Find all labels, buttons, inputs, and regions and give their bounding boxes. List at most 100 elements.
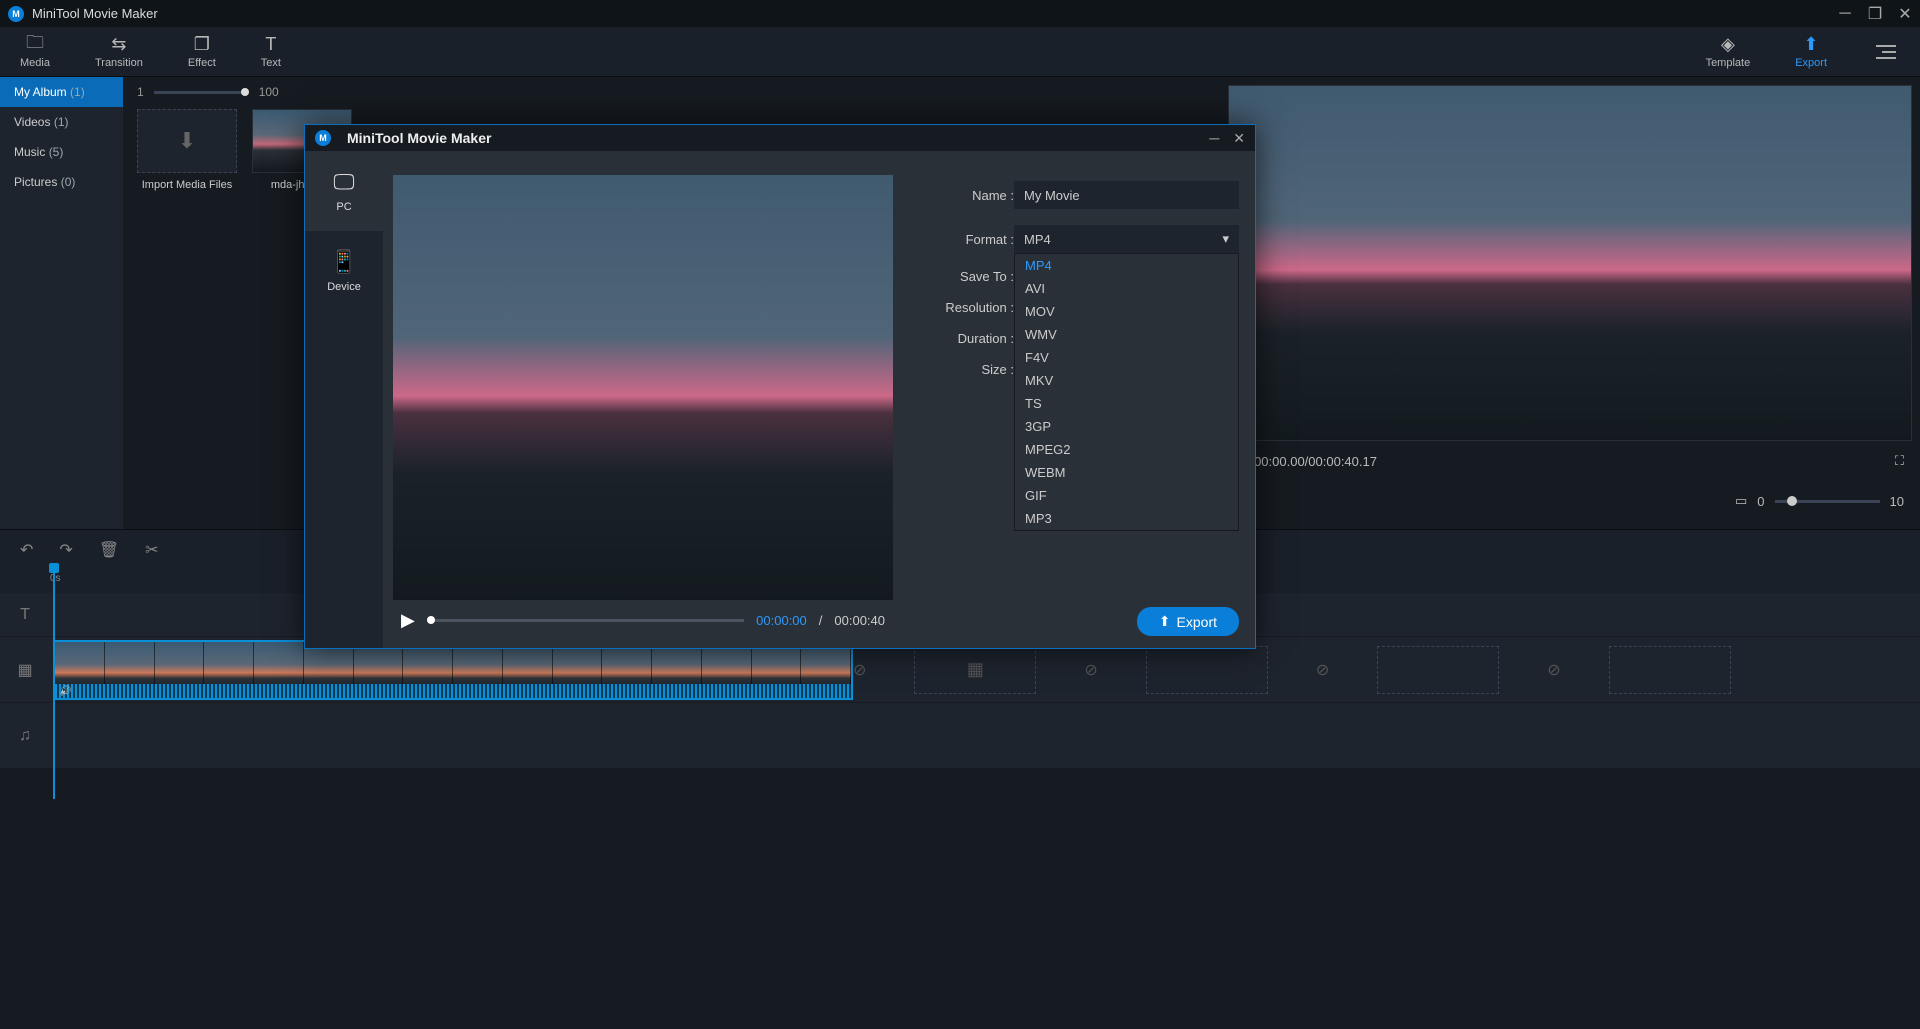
- empty-clip-slot[interactable]: [1146, 646, 1268, 694]
- device-label: Device: [327, 281, 361, 293]
- transition-link-icon[interactable]: ⊘: [1316, 660, 1329, 680]
- close-button[interactable]: ✕: [1898, 7, 1912, 21]
- ruler-start: 0s: [50, 573, 61, 584]
- saveto-label: Save To :: [919, 269, 1014, 284]
- format-option-webm[interactable]: WEBM: [1015, 461, 1238, 484]
- name-label: Name :: [919, 188, 1014, 203]
- export-button[interactable]: ⬆ Export: [1137, 607, 1239, 636]
- thumbnail-zoom-slider[interactable]: [154, 91, 249, 94]
- effect-label: Effect: [188, 57, 216, 69]
- transition-link-icon[interactable]: ⊘: [853, 660, 866, 680]
- import-label: Import Media Files: [142, 179, 232, 191]
- transition-icon: ⇆: [111, 35, 126, 55]
- format-option-mov[interactable]: MOV: [1015, 300, 1238, 323]
- play-button[interactable]: ▶: [401, 610, 415, 631]
- export-target-device[interactable]: 📱 Device: [305, 231, 383, 311]
- preview-zoom-slider[interactable]: [1775, 500, 1880, 503]
- dialog-titlebar: M MiniTool Movie Maker ─ ✕: [305, 125, 1255, 151]
- media-label: Media: [20, 57, 50, 69]
- export-form: Name : Format : MP4 ▾ MP4 AVI MOV WMV F4…: [903, 151, 1255, 648]
- media-icon: 🗀: [26, 35, 44, 55]
- dialog-close-button[interactable]: ✕: [1233, 130, 1245, 147]
- dialog-minimize-button[interactable]: ─: [1209, 130, 1219, 147]
- monitor-icon: 🖵: [333, 169, 354, 195]
- format-option-mpeg2[interactable]: MPEG2: [1015, 438, 1238, 461]
- preview-progress-slider[interactable]: [427, 619, 744, 622]
- speaker-icon: 🔊: [59, 686, 71, 697]
- chevron-down-icon: ▾: [1222, 231, 1229, 247]
- template-icon: ◈: [1721, 35, 1735, 55]
- format-option-f4v[interactable]: F4V: [1015, 346, 1238, 369]
- empty-clip-slot[interactable]: [1609, 646, 1731, 694]
- preview-viewport: [1228, 85, 1912, 441]
- empty-clip-slot[interactable]: ▦: [914, 646, 1036, 694]
- transition-link-icon[interactable]: ⊘: [1084, 660, 1097, 680]
- format-option-gif[interactable]: GIF: [1015, 484, 1238, 507]
- current-time: 00:00:00: [756, 613, 807, 628]
- minimize-button[interactable]: ─: [1838, 7, 1852, 21]
- upload-icon: ⬆: [1159, 613, 1171, 630]
- export-btn-label: Export: [1177, 614, 1217, 630]
- zoom-max2: 10: [1890, 494, 1904, 509]
- window-titlebar: M MiniTool Movie Maker ─ ❐ ✕: [0, 0, 1920, 27]
- maximize-button[interactable]: ❐: [1868, 7, 1882, 21]
- audio-track[interactable]: ♫: [0, 703, 1920, 769]
- export-target-tabs: 🖵 PC 📱 Device: [305, 151, 383, 648]
- transition-link-icon[interactable]: ⊘: [1547, 660, 1560, 680]
- zoom-min: 1: [137, 85, 144, 99]
- dialog-logo-icon: M: [315, 130, 331, 146]
- aspect-icon[interactable]: ▭: [1735, 493, 1747, 509]
- transition-label: Transition: [95, 57, 143, 69]
- sidebar-item-my-album[interactable]: My Album (1): [0, 77, 123, 107]
- sidebar-item-pictures[interactable]: Pictures (0): [0, 167, 123, 197]
- video-track-icon: ▦: [17, 660, 32, 680]
- transition-tool[interactable]: ⇆ Transition: [95, 35, 143, 69]
- import-media-button[interactable]: ⬇: [137, 109, 237, 173]
- fullscreen-icon[interactable]: ⛶: [1895, 453, 1904, 469]
- undo-button[interactable]: ↶: [20, 540, 33, 560]
- text-track-icon: T: [20, 606, 30, 624]
- dialog-title: MiniTool Movie Maker: [347, 130, 491, 146]
- media-tool[interactable]: 🗀 Media: [20, 35, 50, 69]
- device-icon: 📱: [330, 249, 357, 275]
- format-option-ts[interactable]: TS: [1015, 392, 1238, 415]
- pc-label: PC: [336, 201, 351, 213]
- redo-button[interactable]: ↷: [59, 540, 72, 560]
- duration-time: 00:00:40: [834, 613, 885, 628]
- split-button[interactable]: ✂: [145, 540, 158, 560]
- duration-label: Duration :: [919, 331, 1014, 346]
- format-option-mp4[interactable]: MP4: [1015, 254, 1238, 277]
- text-label: Text: [261, 57, 281, 69]
- main-toolbar: 🗀 Media ⇆ Transition ❐ Effect T Text ◈ T…: [0, 27, 1920, 77]
- delete-button[interactable]: 🗑: [99, 540, 119, 560]
- export-icon: ⬆: [1804, 35, 1819, 55]
- format-dropdown: MP4 AVI MOV WMV F4V MKV TS 3GP MPEG2 WEB…: [1014, 253, 1239, 531]
- zoom-min2: 0: [1757, 494, 1764, 509]
- format-option-wmv[interactable]: WMV: [1015, 323, 1238, 346]
- export-label: Export: [1795, 57, 1827, 69]
- menu-button[interactable]: [1872, 41, 1900, 63]
- preview-time: 00:00:00.00/00:00:40.17: [1236, 454, 1377, 469]
- effect-tool[interactable]: ❐ Effect: [188, 35, 216, 69]
- name-input[interactable]: [1014, 181, 1239, 209]
- format-option-avi[interactable]: AVI: [1015, 277, 1238, 300]
- library-sidebar: My Album (1) Videos (1) Music (5) Pictur…: [0, 77, 123, 529]
- app-logo-icon: M: [8, 6, 24, 22]
- export-target-pc[interactable]: 🖵 PC: [305, 151, 383, 231]
- template-tool[interactable]: ◈ Template: [1706, 35, 1751, 69]
- audio-track-icon: ♫: [19, 727, 31, 745]
- format-select[interactable]: MP4 ▾: [1014, 225, 1239, 253]
- download-icon: ⬇: [178, 128, 196, 154]
- format-option-3gp[interactable]: 3GP: [1015, 415, 1238, 438]
- format-option-mkv[interactable]: MKV: [1015, 369, 1238, 392]
- format-label: Format :: [919, 232, 1014, 247]
- export-tool[interactable]: ⬆ Export: [1795, 35, 1827, 69]
- export-preview-image: [393, 175, 893, 600]
- sidebar-item-music[interactable]: Music (5): [0, 137, 123, 167]
- format-option-mp3[interactable]: MP3: [1015, 507, 1238, 530]
- effect-icon: ❐: [194, 35, 210, 55]
- empty-clip-slot[interactable]: [1377, 646, 1499, 694]
- sidebar-item-videos[interactable]: Videos (1): [0, 107, 123, 137]
- resolution-label: Resolution :: [919, 300, 1014, 315]
- text-tool[interactable]: T Text: [261, 35, 281, 69]
